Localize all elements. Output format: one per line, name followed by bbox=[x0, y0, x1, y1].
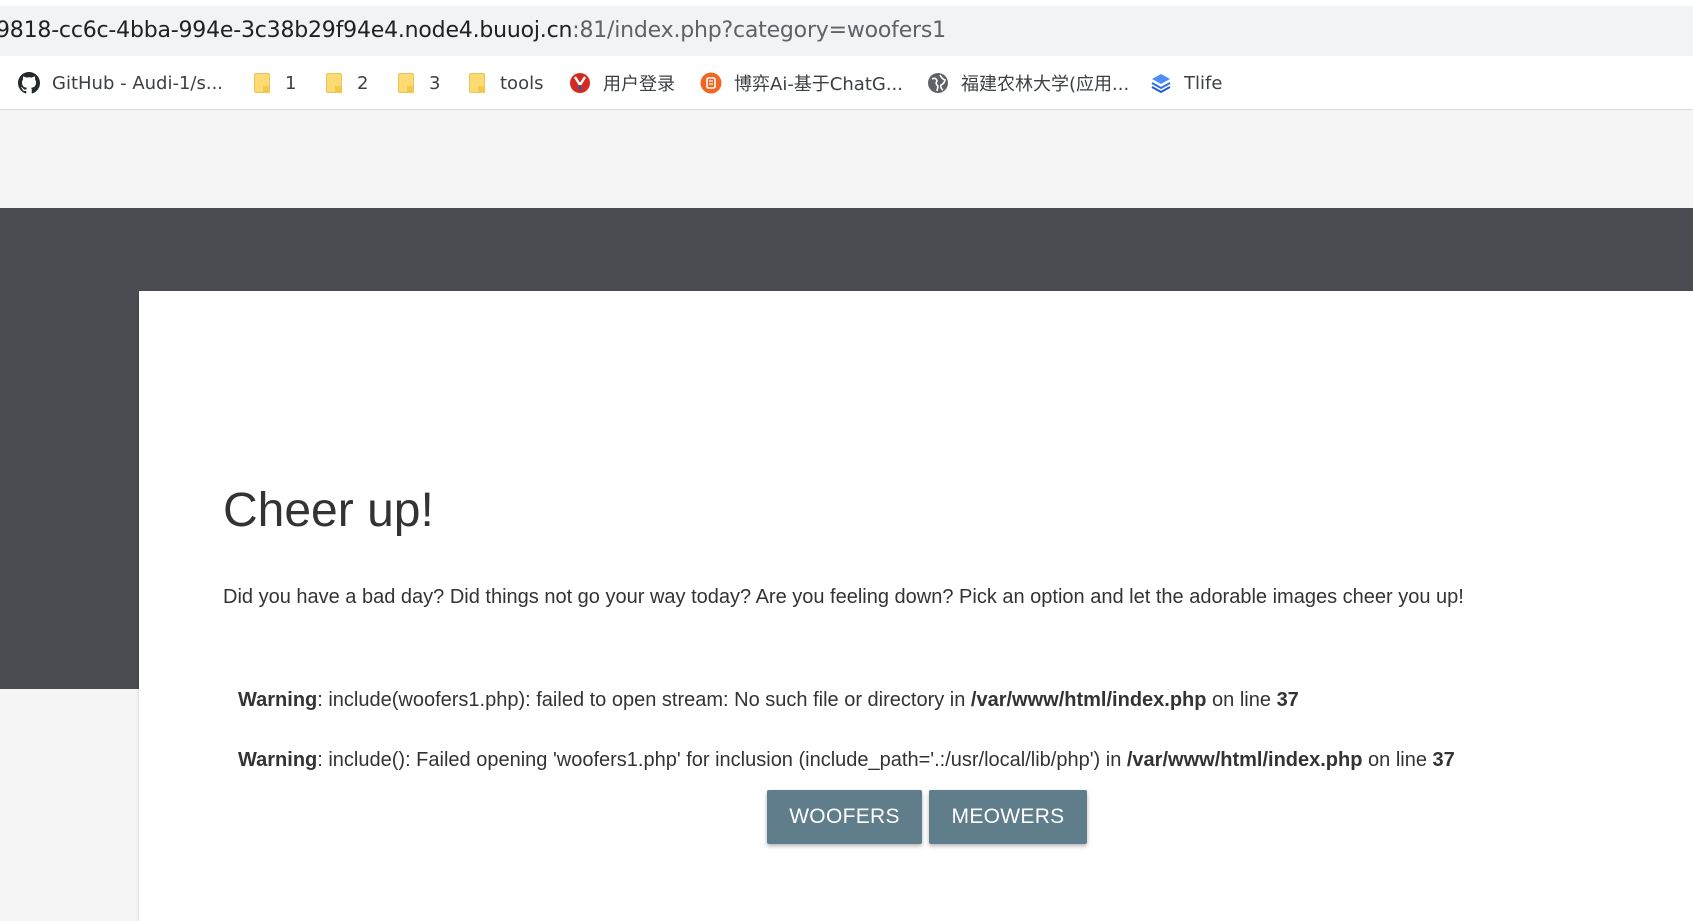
bookmark-folder-1[interactable]: 1 bbox=[251, 69, 296, 97]
bookmark-label: 3 bbox=[429, 72, 441, 94]
site-icon bbox=[700, 72, 722, 94]
warning-line-text: on line bbox=[1362, 749, 1433, 771]
bookmark-label: 福建农林大学(应用... bbox=[961, 74, 1130, 95]
url-text[interactable]: 9818-cc6c-4bba-994e-3c38b29f94e4.node4.b… bbox=[0, 18, 946, 43]
bookmark-label: 1 bbox=[285, 72, 297, 94]
folder-icon bbox=[251, 72, 273, 94]
bookmark-fafu[interactable]: 福建农林大学(应用... bbox=[927, 69, 1129, 97]
address-bar[interactable]: 9818-cc6c-4bba-994e-3c38b29f94e4.node4.b… bbox=[0, 0, 1693, 56]
warning-file: /var/www/html/index.php bbox=[970, 689, 1207, 711]
bookmark-folder-3[interactable]: 3 bbox=[395, 69, 440, 97]
bookmark-label: 用户登录 bbox=[603, 74, 675, 95]
warning-line-text: on line bbox=[1206, 689, 1277, 711]
bookmark-label: 2 bbox=[357, 72, 369, 94]
php-warning-2: Warning: include(): Failed opening 'woof… bbox=[238, 749, 1455, 772]
bookmark-boyi-ai[interactable]: 博弈Ai-基于ChatG... bbox=[700, 69, 903, 97]
bookmark-label: Tlife bbox=[1184, 72, 1223, 94]
warning-line-number: 37 bbox=[1276, 689, 1299, 711]
meowers-button[interactable]: MEOWERS bbox=[929, 790, 1087, 844]
warning-message: : include(): Failed opening 'woofers1.ph… bbox=[317, 749, 1127, 771]
page-top-area bbox=[0, 110, 1693, 208]
folder-icon bbox=[395, 72, 417, 94]
layers-icon bbox=[1150, 72, 1172, 94]
bookmark-folder-tools[interactable]: tools bbox=[466, 69, 543, 97]
folder-icon bbox=[466, 72, 488, 94]
php-warning-1: Warning: include(woofers1.php): failed t… bbox=[238, 689, 1299, 712]
bookmark-tlife[interactable]: Tlife bbox=[1150, 69, 1222, 97]
bookmark-github[interactable]: GitHub - Audi-1/s... bbox=[18, 69, 223, 97]
warning-message: : include(woofers1.php): failed to open … bbox=[317, 689, 971, 711]
warning-file: /var/www/html/index.php bbox=[1126, 749, 1363, 771]
bookmark-label: GitHub - Audi-1/s... bbox=[52, 72, 224, 94]
woofers-button[interactable]: WOOFERS bbox=[767, 790, 922, 844]
bookmark-user-login[interactable]: 用户登录 bbox=[569, 69, 675, 97]
warning-line-number: 37 bbox=[1432, 749, 1455, 771]
page-description: Did you have a bad day? Did things not g… bbox=[223, 586, 1464, 608]
bookmarks-bar: GitHub - Audi-1/s... 1 2 3 tools 用户登录 博弈… bbox=[0, 56, 1693, 110]
folder-icon bbox=[323, 72, 345, 94]
url-host: 9818-cc6c-4bba-994e-3c38b29f94e4.node4.b… bbox=[0, 18, 573, 43]
bookmark-label: tools bbox=[500, 72, 544, 94]
globe-icon bbox=[927, 72, 949, 94]
bookmark-label: 博弈Ai-基于ChatG... bbox=[734, 74, 903, 95]
github-icon bbox=[18, 72, 40, 94]
site-icon bbox=[569, 72, 591, 94]
page-title: Cheer up! bbox=[223, 484, 434, 537]
url-path: :81/index.php?category=woofers1 bbox=[572, 18, 946, 43]
bookmark-folder-2[interactable]: 2 bbox=[323, 69, 368, 97]
warning-label: Warning bbox=[238, 689, 318, 711]
warning-label: Warning bbox=[238, 749, 318, 771]
